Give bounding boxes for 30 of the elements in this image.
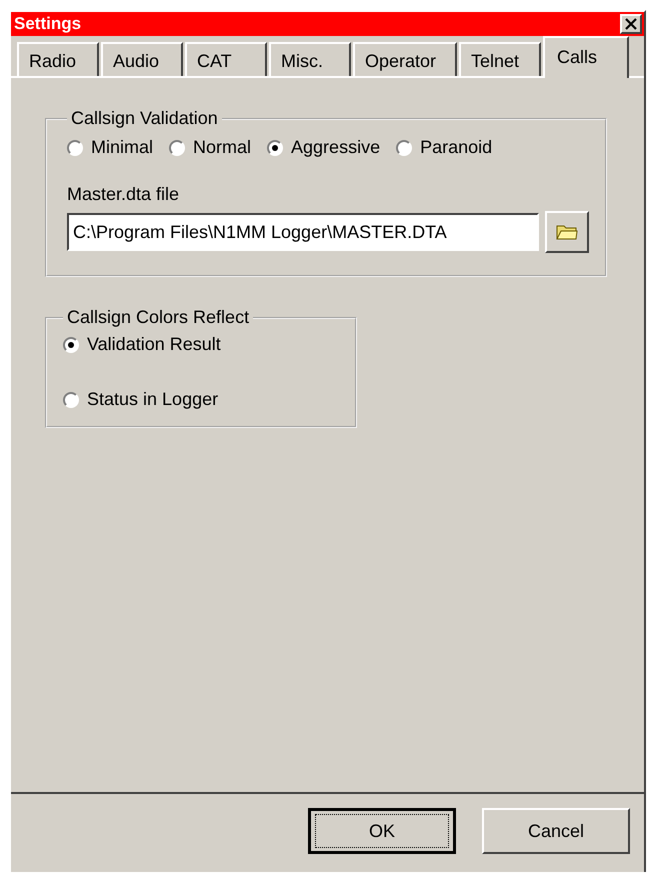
folder-icon	[556, 223, 578, 241]
radio-button[interactable]	[169, 140, 186, 156]
tab[interactable]: Misc.	[269, 42, 351, 76]
radio-label: Minimal	[91, 137, 154, 158]
group-title: Callsign Colors Reflect	[66, 307, 250, 328]
tab[interactable]: Telnet	[459, 42, 541, 76]
radio-button[interactable]	[267, 140, 284, 156]
tab[interactable]: Audio	[101, 42, 183, 76]
radio-label: Validation Result	[87, 334, 221, 355]
radio-label: Normal	[193, 137, 252, 158]
close-button[interactable]	[620, 14, 642, 34]
tab[interactable]: Radio	[17, 42, 99, 76]
tab[interactable]: Calls	[543, 36, 629, 78]
radio-label: Paranoid	[420, 137, 492, 158]
file-path-field[interactable]: C:\Program Files\N1MM Logger\MASTER.DTA	[67, 213, 539, 251]
radio-label: Aggressive	[291, 137, 380, 158]
dialog-button[interactable]: Cancel	[482, 808, 630, 854]
radio-button[interactable]	[63, 392, 79, 408]
field-label: Master.dta file	[67, 184, 180, 205]
group-title: Callsign Validation	[70, 108, 219, 129]
radio-button[interactable]	[67, 140, 83, 156]
radio-button[interactable]	[63, 336, 79, 352]
dialog-button[interactable]: OK	[308, 808, 456, 854]
window-title: Settings	[14, 14, 82, 34]
tab[interactable]: Operator	[353, 42, 457, 76]
tab[interactable]: CAT	[185, 42, 267, 76]
browse-button[interactable]	[545, 211, 589, 253]
close-icon	[625, 18, 637, 30]
radio-label: Status in Logger	[87, 389, 218, 410]
radio-button[interactable]	[396, 140, 412, 156]
